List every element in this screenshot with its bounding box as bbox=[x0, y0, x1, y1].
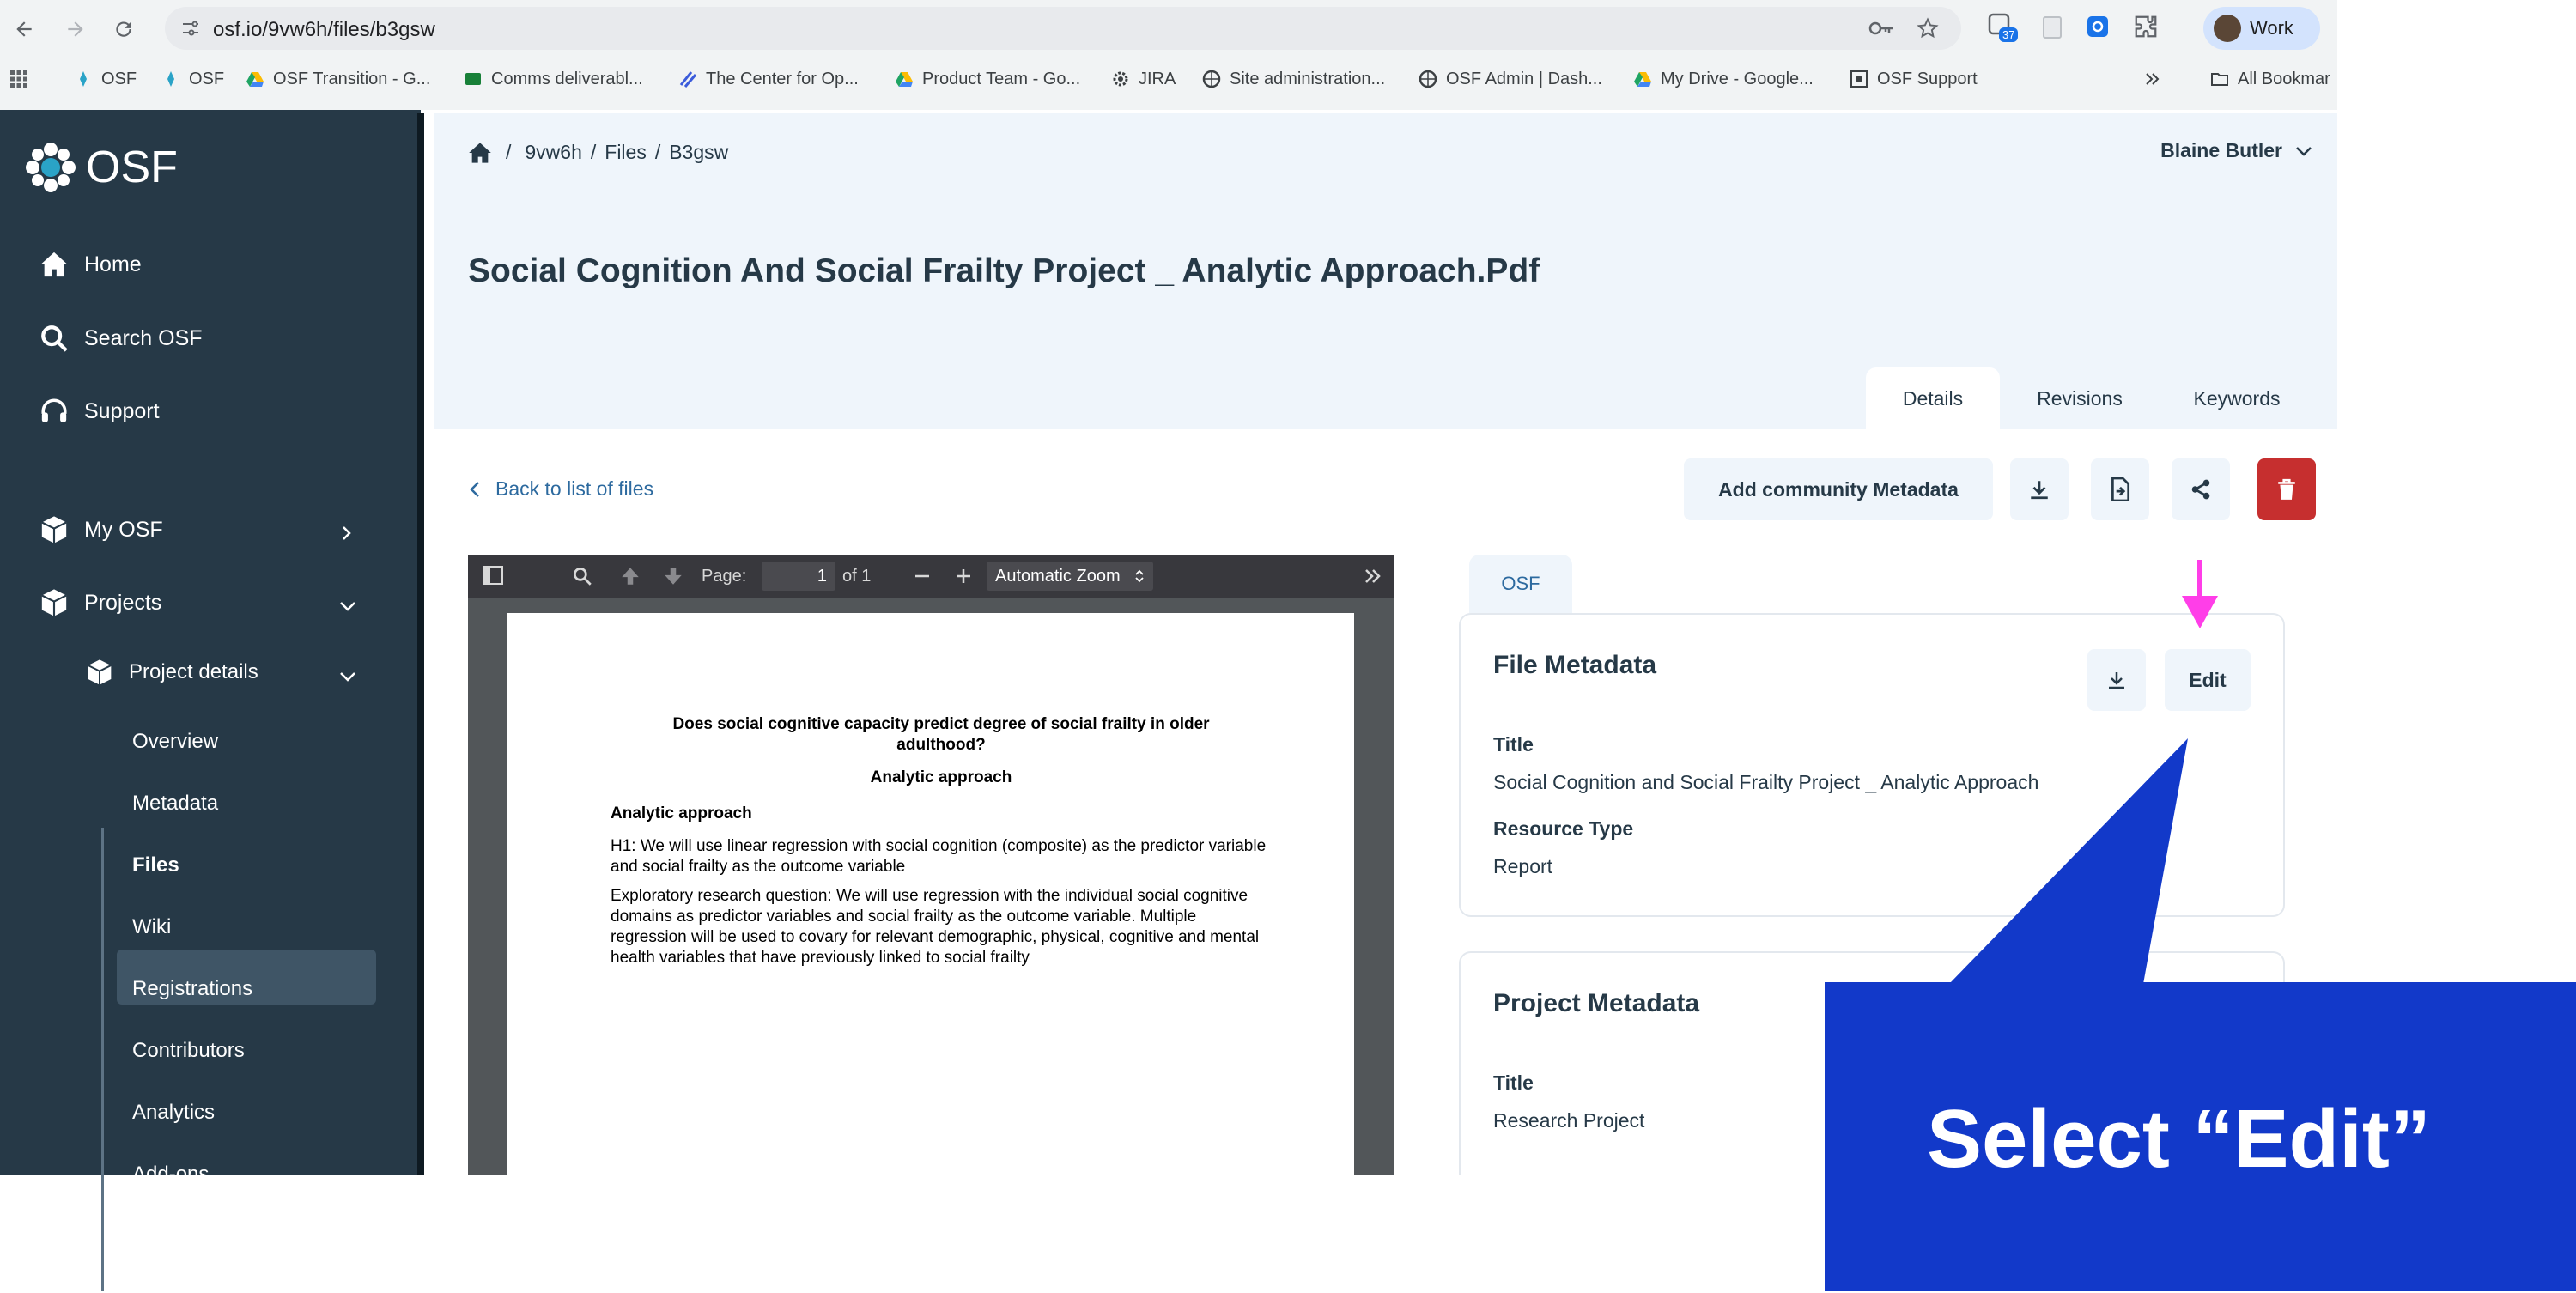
pink-arrow-head-icon bbox=[2182, 596, 2218, 628]
instruction-callout-text: Select “Edit” bbox=[1927, 1093, 2431, 1185]
callout-pointer bbox=[1949, 738, 2188, 984]
